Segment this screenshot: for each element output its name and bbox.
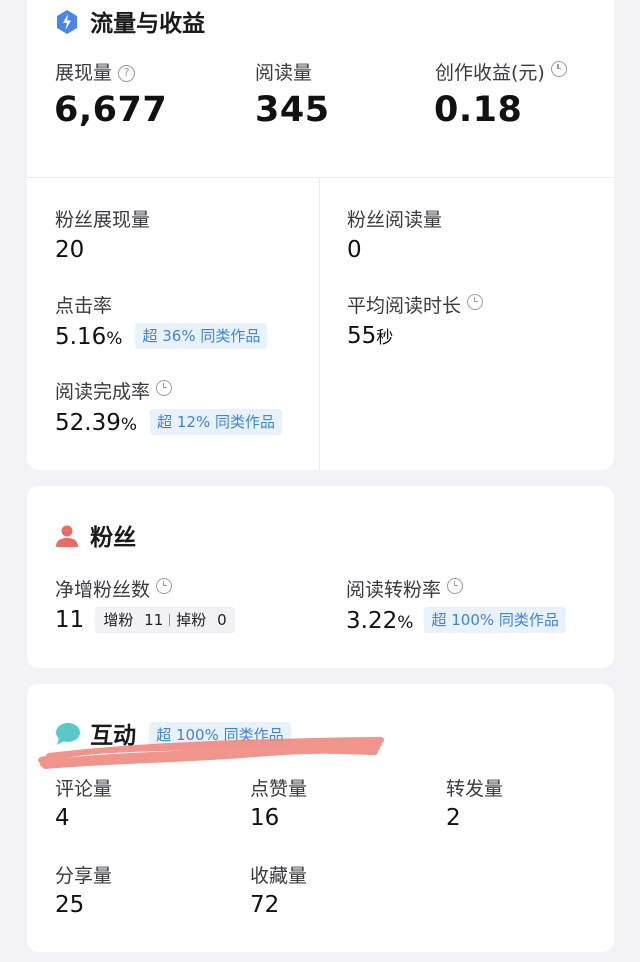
shares-value: 2: [446, 805, 461, 831]
shares-label: 转发量: [446, 778, 504, 800]
comments-label: 评论量: [55, 778, 113, 800]
clock-icon[interactable]: [550, 61, 567, 77]
likes-value: 16: [250, 805, 280, 831]
avg-read-time-label: 平均阅读时长: [347, 295, 462, 317]
ctr-row: 5.16% 超 36% 同类作品: [55, 323, 268, 350]
comments-value: 4: [55, 805, 70, 831]
completion-rank-badge: 超 12% 同类作品: [150, 409, 282, 435]
fans-header: 粉丝: [55, 518, 136, 552]
avg-read-time-value: 55: [347, 323, 377, 349]
ctr-rank-badge: 超 36% 同类作品: [135, 323, 268, 349]
divider: [319, 177, 320, 470]
divider: [169, 614, 171, 626]
fans-card: 粉丝 净增粉丝数 11 增粉 11 掉粉 0 阅读转粉率 3.22% 超 100%…: [27, 486, 614, 668]
completion-row: 52.39% 超 12% 同类作品: [55, 409, 282, 436]
help-icon[interactable]: ?: [118, 65, 136, 82]
earnings-label: 创作收益(元): [435, 62, 545, 84]
likes-label: 点赞量: [250, 778, 308, 800]
fan-reads-label: 粉丝阅读量: [347, 209, 443, 231]
person-icon: [56, 525, 78, 547]
completion-label: 阅读完成率: [55, 381, 151, 403]
avg-read-time-label-row: 平均阅读时长: [347, 291, 484, 318]
net-growth-value: 11: [55, 607, 85, 633]
avg-read-time-unit: 秒: [376, 328, 394, 348]
divider: [27, 177, 614, 178]
favorites-label: 收藏量: [250, 865, 308, 887]
favorites-value: 72: [250, 892, 280, 918]
conversion-label-row: 阅读转粉率: [346, 575, 464, 602]
lightning-icon: [57, 10, 77, 34]
fan-impressions-value: 20: [55, 237, 85, 263]
reads-value: 345: [255, 90, 330, 130]
earnings-value: 0.18: [434, 90, 523, 130]
ctr-value: 5.16: [55, 324, 107, 350]
traffic-summary: 流量与收益 展现量? 6,677 阅读量 345 创作收益(元) 0.18: [27, 0, 614, 178]
reads-label: 阅读量: [255, 62, 313, 84]
fan-impressions-label: 粉丝展现量: [55, 209, 151, 231]
traffic-header: 流量与收益: [55, 4, 205, 38]
clock-icon[interactable]: [156, 578, 173, 594]
net-growth-row: 11 增粉 11 掉粉 0: [55, 607, 235, 633]
clock-icon[interactable]: [467, 294, 484, 310]
fan-reads-value: 0: [347, 237, 362, 263]
impressions-label-row: 展现量?: [55, 58, 136, 85]
gain-value: 11: [144, 611, 164, 629]
forwards-label: 分享量: [55, 865, 113, 887]
conversion-unit: %: [397, 613, 414, 633]
net-growth-label: 净增粉丝数: [55, 579, 151, 601]
conversion-rank-badge: 超 100% 同类作品: [424, 607, 566, 633]
interaction-card: 互动 超 100% 同类作品 评论量 4 点赞量 16 转发量 2 分享量 25…: [27, 684, 614, 952]
ctr-unit: %: [106, 329, 123, 349]
loss-value: 0: [217, 611, 227, 629]
conversion-label: 阅读转粉率: [346, 579, 442, 601]
earnings-label-row: 创作收益(元): [435, 58, 567, 85]
growth-breakdown-chip: 增粉 11 掉粉 0: [95, 607, 235, 633]
traffic-title: 流量与收益: [90, 11, 206, 37]
scribble-mark: [38, 737, 384, 769]
conversion-row: 3.22% 超 100% 同类作品: [346, 607, 566, 634]
conversion-value: 3.22: [346, 608, 398, 634]
impressions-label: 展现量: [55, 62, 113, 84]
gain-label: 增粉: [103, 611, 134, 629]
fans-title: 粉丝: [90, 525, 137, 551]
completion-value: 52.39: [55, 410, 121, 436]
net-growth-label-row: 净增粉丝数: [55, 575, 173, 602]
traffic-card: 流量与收益 展现量? 6,677 阅读量 345 创作收益(元) 0.18 粉丝…: [27, 0, 614, 470]
forwards-value: 25: [55, 892, 85, 918]
completion-unit: %: [120, 415, 138, 435]
avg-read-time-row: 55秒: [347, 323, 393, 349]
impressions-value: 6,677: [54, 90, 168, 130]
clock-icon[interactable]: [156, 380, 173, 396]
completion-label-row: 阅读完成率: [55, 377, 173, 404]
ctr-label: 点击率: [55, 295, 113, 317]
clock-icon[interactable]: [447, 578, 464, 594]
loss-label: 掉粉: [176, 611, 207, 629]
